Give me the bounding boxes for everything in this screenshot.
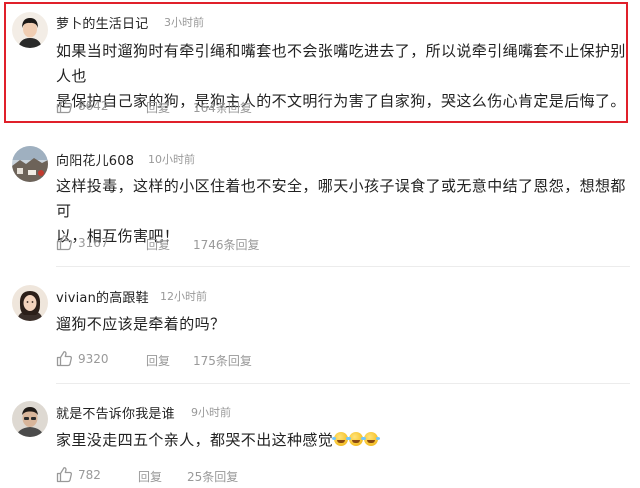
rolling-laugh-emoji [362, 432, 379, 446]
thumbs-up-icon [56, 467, 72, 483]
thumbs-up-icon [56, 351, 72, 367]
like-count: 9320 [78, 352, 109, 366]
reply-button[interactable]: 回复 [146, 99, 170, 116]
rolling-laugh-emoji [347, 432, 364, 446]
username[interactable]: 萝卜的生活日记 [56, 13, 148, 32]
timestamp: 12小时前 [160, 290, 207, 303]
comment-actions: 782 回复 25条回复 [56, 466, 456, 484]
comment-actions: 9320 回复 175条回复 [56, 350, 456, 368]
reply-button[interactable]: 回复 [138, 468, 162, 485]
comment-actions: 3167 回复 1746条回复 [56, 234, 456, 252]
view-replies-link[interactable]: 175条回复 [193, 352, 252, 369]
comment-text-line: 家里没走四五个亲人，都哭不出这种感觉 [56, 431, 334, 449]
username[interactable]: 就是不告诉你我是谁 [56, 403, 175, 422]
comment-actions: 8642 回复 164条回复 [56, 97, 456, 115]
comment-list: 萝卜的生活日记 3小时前 如果当时遛狗时有牵引绳和嘴套也不会张嘴吃进去了，所以说… [0, 0, 640, 488]
username[interactable]: 向阳花儿608 [56, 150, 134, 169]
rolling-laugh-emoji [332, 432, 349, 446]
like-count: 3167 [78, 236, 109, 250]
thumbs-up-icon [56, 98, 72, 114]
like-count: 782 [78, 468, 101, 482]
comment-text-line: 如果当时遛狗时有牵引绳和嘴套也不会张嘴吃进去了，所以说牵引绳嘴套不止保护别人也 [56, 42, 626, 85]
like-count: 8642 [78, 99, 109, 113]
reply-button[interactable]: 回复 [146, 236, 170, 253]
comment-text-line: 遛狗不应该是牵着的吗？ [56, 315, 226, 333]
comment-text: 家里没走四五个亲人，都哭不出这种感觉 [56, 428, 379, 453]
comment-text-line: 这样投毒，这样的小区住着也不安全，哪天小孩子误食了或无意中结了恩怨，想想都可 [56, 177, 626, 220]
reply-button[interactable]: 回复 [146, 352, 170, 369]
timestamp: 10小时前 [148, 153, 195, 166]
view-replies-link[interactable]: 164条回复 [193, 99, 252, 116]
avatar[interactable] [12, 401, 48, 437]
avatar[interactable] [12, 12, 48, 48]
divider [56, 383, 630, 384]
avatar[interactable] [12, 285, 48, 321]
timestamp: 9小时前 [191, 406, 231, 419]
username[interactable]: vivian的高跟鞋 [56, 287, 149, 306]
view-replies-link[interactable]: 1746条回复 [193, 236, 260, 253]
view-replies-link[interactable]: 25条回复 [187, 468, 238, 485]
thumbs-up-icon [56, 235, 72, 251]
comment-text: 遛狗不应该是牵着的吗？ [56, 312, 225, 337]
divider [56, 266, 630, 267]
timestamp: 3小时前 [164, 16, 204, 29]
avatar[interactable] [12, 146, 48, 182]
